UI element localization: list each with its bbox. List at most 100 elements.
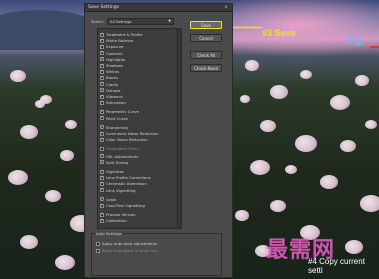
checkbox[interactable] — [100, 137, 104, 142]
peony-flower — [35, 100, 45, 108]
checkbox[interactable] — [100, 88, 104, 93]
red-marker — [370, 46, 379, 48]
list-item[interactable]: Lens Vignetting — [100, 188, 136, 193]
list-item[interactable]: Split Toning — [100, 160, 128, 165]
list-item[interactable]: Contrast — [100, 51, 122, 56]
checkbox[interactable] — [100, 51, 104, 56]
list-item[interactable]: Highlights — [100, 57, 125, 62]
list-item[interactable]: Whites — [100, 69, 119, 74]
dialog-titlebar[interactable]: Save Settings × — [85, 4, 232, 12]
checkbox[interactable] — [100, 109, 104, 114]
checkbox[interactable] — [100, 203, 104, 208]
list-item[interactable]: Calibration — [100, 218, 127, 223]
checkbox[interactable] — [100, 82, 104, 87]
save-button[interactable]: Save — [190, 21, 222, 29]
list-item[interactable]: Parametric Curve — [100, 109, 139, 114]
check-all-button[interactable]: Check All — [190, 51, 222, 59]
apply-auto-tone-option[interactable]: Apply auto tone adjustments — [96, 241, 157, 246]
list-item-label: Clarity — [106, 81, 119, 87]
checkbox[interactable] — [100, 197, 104, 202]
list-item-label: Shadows — [106, 63, 123, 68]
checkbox[interactable] — [100, 116, 104, 121]
list-item-label: Chromatic Aberration — [106, 181, 147, 187]
settings-checklist: Treatment & ProfileWhite BalanceExposure… — [97, 28, 182, 229]
list-item[interactable]: Graduated Filters — [100, 146, 139, 151]
list-item[interactable]: Blacks — [100, 75, 118, 80]
cancel-button[interactable]: Cancel — [190, 34, 222, 42]
list-item[interactable]: Shadows — [100, 63, 123, 68]
list-item-label: Vibrance — [106, 94, 123, 99]
list-item-label: Graduated Filters — [106, 146, 139, 152]
apply-auto-bw-option[interactable]: Apply auto black & white mix — [96, 248, 158, 253]
list-item[interactable]: Sharpening — [100, 125, 128, 130]
checkbox[interactable] — [100, 32, 104, 37]
list-item-label: Calibration — [106, 218, 127, 224]
checkbox[interactable] — [100, 75, 104, 80]
list-item-label: Highlights — [106, 56, 126, 62]
list-item[interactable]: Dehaze — [100, 88, 120, 93]
list-scrollbar[interactable] — [177, 29, 181, 228]
checkbox[interactable] — [100, 125, 104, 130]
checkbox[interactable] — [100, 100, 104, 105]
list-item-label: Color Noise Reduction — [106, 137, 148, 143]
close-icon[interactable]: × — [223, 5, 229, 10]
list-item[interactable]: Chromatic Aberration — [100, 181, 147, 186]
peony-flower — [270, 200, 286, 212]
list-item-label: Crop Post Vignetting — [106, 203, 145, 208]
peony-flower — [245, 60, 259, 71]
list-item-label: HSL Adjustments — [106, 153, 139, 159]
list-item[interactable]: White Balance — [100, 38, 133, 43]
checkbox[interactable] — [100, 169, 104, 174]
list-item-label: Parametric Curve — [106, 109, 139, 115]
peony-flower — [20, 125, 38, 139]
auto-settings-group: Auto Settings Apply auto tone adjustment… — [91, 231, 222, 276]
checkbox[interactable] — [100, 146, 104, 151]
peony-flower — [55, 255, 75, 270]
list-item-label: Whites — [106, 69, 120, 75]
checkbox[interactable] — [100, 57, 104, 62]
list-item-label: Contrast — [106, 50, 123, 56]
settings-select[interactable]: All Settings ▼ — [107, 18, 174, 25]
peony-flower — [8, 170, 28, 185]
list-item[interactable]: Clarity — [100, 82, 118, 87]
checkbox[interactable] — [100, 69, 104, 74]
list-item[interactable]: Grain — [100, 197, 116, 202]
list-item[interactable]: Lens Profile Corrections — [100, 175, 151, 180]
list-item[interactable]: HSL Adjustments — [100, 154, 138, 159]
list-item[interactable]: Exposure — [100, 44, 124, 49]
peony-flower — [260, 120, 276, 132]
peony-flower — [20, 235, 38, 249]
list-item[interactable]: Saturation — [100, 100, 126, 105]
checkbox[interactable] — [96, 241, 100, 246]
checkbox[interactable] — [100, 175, 104, 180]
checkbox[interactable] — [100, 188, 104, 193]
list-item-label: Lens Vignetting — [106, 187, 136, 193]
checkbox[interactable] — [100, 94, 104, 99]
checkbox[interactable] — [96, 248, 100, 253]
checkbox[interactable] — [100, 131, 104, 136]
checkbox[interactable] — [100, 218, 104, 223]
checkbox[interactable] — [100, 154, 104, 159]
checkbox[interactable] — [100, 44, 104, 49]
checkbox[interactable] — [100, 181, 104, 186]
list-item[interactable]: Point Curve — [100, 116, 128, 121]
list-item[interactable]: Vignettes — [100, 169, 124, 174]
list-item[interactable]: Luminance Noise Reduction — [100, 131, 159, 136]
list-item[interactable]: Process Version — [100, 212, 136, 217]
check-none-button[interactable]: Check None — [190, 64, 222, 72]
checkbox[interactable] — [100, 63, 104, 68]
list-item-label: Split Toning — [106, 159, 128, 165]
option-label: Apply auto tone adjustments — [102, 241, 158, 246]
chevron-down-icon: ▼ — [168, 19, 171, 23]
list-item[interactable]: Treatment & Profile — [100, 32, 143, 37]
checkbox[interactable] — [100, 160, 104, 165]
peony-flower — [65, 120, 77, 129]
peony-flower — [360, 195, 379, 212]
checkbox[interactable] — [100, 38, 104, 43]
list-item[interactable]: Color Noise Reduction — [100, 137, 148, 142]
list-item-label: Lens Profile Corrections — [106, 175, 151, 181]
checkbox[interactable] — [100, 212, 104, 217]
list-item[interactable]: Crop Post Vignetting — [100, 203, 145, 208]
save-settings-dialog: Save Settings × Select: All Settings ▼ T… — [84, 3, 233, 278]
list-item[interactable]: Vibrance — [100, 94, 123, 99]
